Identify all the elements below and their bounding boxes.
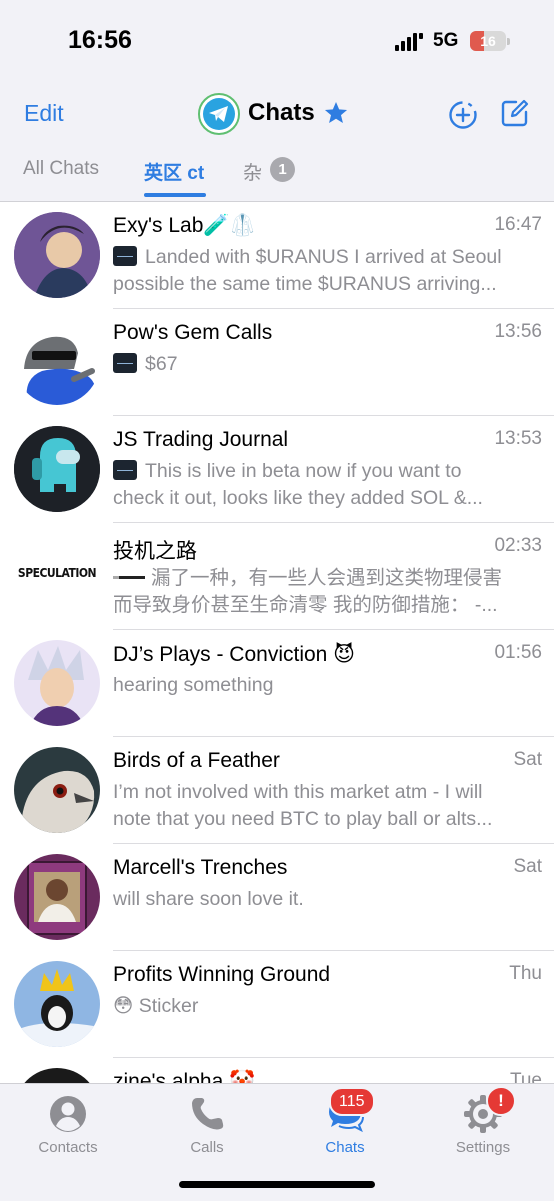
chat-row[interactable]: SPECULATION 投机之路 02:33 漏了一种，有一些人会遇到这类物理侵… [0,523,554,630]
chat-time: Sat [513,856,542,877]
chat-preview-line1: hearing something [113,674,274,696]
chat-name: JS Trading Journal [113,428,289,451]
chat-name: Pow's Gem Calls [113,321,273,344]
chat-preview-line2: possible the same time $URANUS arriving.… [113,273,497,295]
chat-name: 投机之路 [113,540,197,563]
battery-icon: 16 [470,31,510,51]
tab-uk-ct[interactable]: 英区 ct [144,158,204,185]
chat-preview-line1: $67 [145,353,178,375]
chat-row[interactable]: Pow's Gem Calls 13:56 $67 [0,309,554,416]
chat-preview-line1: I’m not involved with this market atm - … [113,781,483,803]
media-thumbnail [113,246,137,266]
pepe-sunglasses-avatar [14,319,100,405]
tab-calls-label: Calls [190,1139,224,1156]
cowboy-avatar [14,212,100,298]
network-label: 5G [433,30,459,51]
speculation-avatar: SPECULATION [14,533,100,619]
chat-name: Birds of a Feather [113,749,280,772]
tab-misc[interactable]: 杂 [243,158,262,185]
telegram-logo-icon[interactable] [198,93,240,135]
speculation-logo-text: SPECULATION [17,566,97,580]
settings-alert-badge: ! [486,1086,516,1116]
paper-plane-icon [209,106,228,122]
chat-name: Profits Winning Ground [113,963,331,986]
page-title: Chats [248,99,315,126]
chat-row[interactable]: JS Trading Journal 13:53 This is live in… [0,416,554,523]
tab-misc-badge: 1 [270,157,295,182]
chat-preview-line2: 而导致身价甚至生命清零 我的防御措施： -... [113,594,498,616]
card-avatar [14,854,100,940]
media-thumbnail [113,353,137,373]
chat-time: 16:47 [494,214,542,235]
media-thumbnail [113,460,137,480]
chat-row[interactable]: Birds of a Feather Sat I’m not involved … [0,737,554,844]
chat-preview-line2: note that you need BTC to play ball or a… [113,808,493,830]
phone-icon [192,1098,224,1130]
tab-all-chats[interactable]: All Chats [23,158,99,180]
crown-penguin-avatar [14,961,100,1047]
chat-time: Thu [509,963,542,984]
anime-avatar [14,640,100,726]
chat-preview-line1: will share soon love it. [113,888,304,910]
compose-icon[interactable] [500,98,530,128]
chat-time: 13:53 [494,428,542,449]
chat-preview-line1: This is live in beta now if you want to [145,460,462,482]
chat-preview-line1: 漏了一种，有一些人会遇到这类物理侵害 [151,567,503,589]
status-time: 16:56 [68,26,132,54]
chat-name: Marcell's Trenches [113,856,288,879]
chat-row[interactable]: Profits Winning Ground Thu 😳 Sticker [0,951,554,1058]
among-us-avatar [14,426,100,512]
chat-time: Sat [513,749,542,770]
signal-icon [395,33,423,51]
bird-avatar [14,747,100,833]
chat-name: Exy's Lab🧪🥼 [113,214,256,237]
tab-contacts-label: Contacts [38,1139,98,1156]
star-icon[interactable] [323,100,349,126]
status-bar: 16:56 5G 16 [0,0,554,80]
new-story-circle-icon[interactable] [448,100,478,130]
chat-preview: Landed with $URANUS I arrived at Seoul [113,244,543,271]
tab-chats-label: Chats [325,1139,365,1156]
chat-row[interactable]: Exy's Lab🧪🥼 16:47 Landed with $URANUS I … [0,202,554,309]
chat-time: 01:56 [494,642,542,663]
chat-row[interactable]: DJ’s Plays - Conviction 😈 01:56 hearing … [0,630,554,737]
link-preview-icon [113,576,145,579]
chat-preview-line2: check it out, looks like they added SOL … [113,487,483,509]
battery-level: 16 [480,33,496,49]
active-tab-indicator [144,193,206,197]
edit-button[interactable]: Edit [24,100,64,127]
chat-preview: 漏了一种，有一些人会遇到这类物理侵害 [113,565,543,592]
chat-row[interactable]: Marcell's Trenches Sat will share soon l… [0,844,554,951]
chat-time: 02:33 [494,535,542,556]
contacts-icon [50,1096,86,1132]
chat-name: DJ’s Plays - Conviction 😈 [113,643,356,666]
chats-unread-badge: 115 [329,1087,375,1116]
tab-settings-label: Settings [455,1139,511,1156]
home-indicator[interactable] [179,1181,375,1188]
chat-preview-line1: Landed with $URANUS I arrived at Seoul [145,246,502,268]
chat-preview: $67 [113,351,543,378]
chat-preview: This is live in beta now if you want to [113,458,543,485]
chat-time: 13:56 [494,321,542,342]
chat-preview-line1: 😳 Sticker [113,995,199,1017]
